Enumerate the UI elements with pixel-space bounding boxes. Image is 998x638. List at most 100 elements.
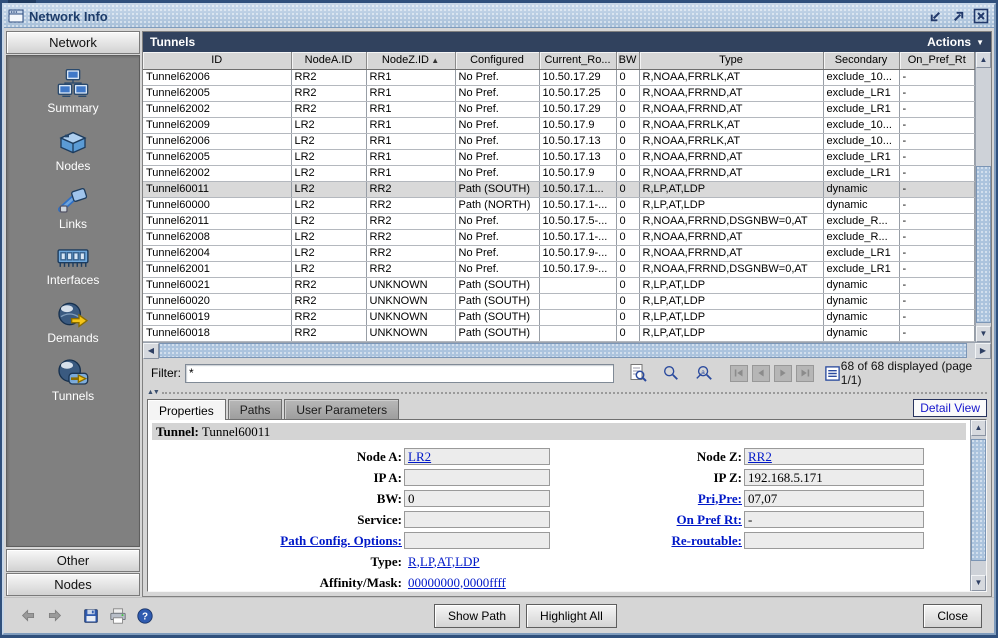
property-value-link[interactable]: R,LP,AT,LDP: [408, 554, 480, 569]
table-row[interactable]: Tunnel60011LR2RR2Path (SOUTH)10.50.17.1.…: [143, 181, 975, 197]
property-value[interactable]: 00000000,0000ffff: [404, 575, 550, 591]
first-page-icon[interactable]: [730, 365, 748, 382]
page-list-icon[interactable]: [824, 365, 841, 382]
column-header-type[interactable]: Type: [639, 52, 823, 69]
table-cell: -: [899, 325, 975, 341]
column-header-current-ro-[interactable]: Current_Ro...: [539, 52, 616, 69]
last-page-icon[interactable]: [796, 365, 814, 382]
scroll-track[interactable]: [971, 436, 986, 575]
zoom-adjust-icon[interactable]: a: [694, 364, 714, 382]
network-section-button[interactable]: Network: [6, 31, 140, 54]
table-row[interactable]: Tunnel62008LR2RR2No Pref.10.50.17.1-...0…: [143, 229, 975, 245]
save-icon[interactable]: [82, 607, 100, 625]
property-label[interactable]: Re-routable:: [560, 533, 742, 549]
scroll-thumb[interactable]: [159, 343, 967, 358]
scroll-right-icon[interactable]: ▶: [975, 343, 991, 359]
nodes-icon: [57, 128, 89, 156]
column-header-on-pref-rt[interactable]: On_Pref_Rt: [899, 52, 975, 69]
table-horizontal-scrollbar[interactable]: ◀ ▶: [143, 342, 991, 358]
sidebar-item-tunnels[interactable]: Tunnels: [52, 358, 94, 403]
scroll-track[interactable]: [159, 343, 975, 358]
table-row[interactable]: Tunnel62002LR2RR1No Pref.10.50.17.90R,NO…: [143, 165, 975, 181]
column-header-nodez-id[interactable]: NodeZ.ID ▲: [366, 52, 455, 69]
tab-properties[interactable]: Properties: [147, 399, 226, 420]
table-row[interactable]: Tunnel62006RR2RR1No Pref.10.50.17.290R,N…: [143, 69, 975, 85]
detail-view-button[interactable]: Detail View: [913, 399, 987, 417]
tab-paths[interactable]: Paths: [228, 399, 283, 419]
actions-menu-button[interactable]: Actions ▼: [927, 35, 984, 49]
maximize-button[interactable]: [949, 7, 967, 25]
property-label[interactable]: Path Config. Options:: [152, 533, 402, 549]
titlebar[interactable]: Network Info: [4, 5, 994, 28]
scroll-thumb[interactable]: [971, 439, 986, 561]
table-row[interactable]: Tunnel60020RR2UNKNOWNPath (SOUTH)0R,LP,A…: [143, 293, 975, 309]
property-value[interactable]: RR2: [744, 448, 924, 465]
table-row[interactable]: Tunnel62009LR2RR1No Pref.10.50.17.90R,NO…: [143, 117, 975, 133]
sidebar-item-demands[interactable]: Demands: [47, 300, 98, 345]
column-header-id[interactable]: ID: [143, 52, 291, 69]
zoom-in-icon[interactable]: [662, 364, 680, 382]
table-row[interactable]: Tunnel60000LR2RR2Path (NORTH)10.50.17.1-…: [143, 197, 975, 213]
property-label[interactable]: On Pref Rt:: [560, 512, 742, 528]
other-section-button[interactable]: Other: [6, 549, 140, 572]
print-icon[interactable]: [109, 607, 127, 625]
table-cell: exclude_R...: [823, 213, 899, 229]
column-header-bw[interactable]: BW: [616, 52, 639, 69]
next-page-icon[interactable]: [774, 365, 792, 382]
table-cell: Tunnel60011: [143, 181, 291, 197]
properties-scrollbar[interactable]: ▲ ▼: [970, 420, 986, 591]
table-cell: 0: [616, 293, 639, 309]
scroll-down-icon[interactable]: ▼: [971, 575, 986, 591]
property-value-link[interactable]: RR2: [748, 449, 772, 464]
table-row[interactable]: Tunnel62005RR2RR1No Pref.10.50.17.250R,N…: [143, 85, 975, 101]
close-window-button[interactable]: [972, 7, 990, 25]
sidebar-item-nodes[interactable]: Nodes: [56, 128, 91, 173]
close-button[interactable]: Close: [923, 604, 982, 628]
property-value[interactable]: R,LP,AT,LDP: [404, 554, 550, 570]
property-value-link[interactable]: LR2: [408, 449, 431, 464]
property-value[interactable]: LR2: [404, 448, 550, 465]
sidebar-item-interfaces[interactable]: Interfaces: [47, 244, 100, 287]
scroll-left-icon[interactable]: ◀: [143, 343, 159, 359]
panel-title: Tunnels: [150, 35, 195, 49]
table-row[interactable]: Tunnel62005LR2RR1No Pref.10.50.17.130R,N…: [143, 149, 975, 165]
scroll-track[interactable]: [976, 68, 991, 326]
find-in-table-icon[interactable]: [628, 363, 648, 383]
table-vertical-scrollbar[interactable]: ▲ ▼: [975, 52, 991, 342]
property-label[interactable]: Pri,Pre:: [560, 491, 742, 507]
show-path-button[interactable]: Show Path: [434, 604, 520, 628]
forward-icon[interactable]: [46, 607, 63, 624]
table-cell: 0: [616, 245, 639, 261]
tab-user-parameters[interactable]: User Parameters: [284, 399, 399, 419]
table-row[interactable]: Tunnel62002RR2RR1No Pref.10.50.17.290R,N…: [143, 101, 975, 117]
nodes-section-button[interactable]: Nodes: [6, 573, 140, 596]
table-row[interactable]: Tunnel62001LR2RR2No Pref.10.50.17.9-...0…: [143, 261, 975, 277]
back-icon[interactable]: [20, 607, 37, 624]
previous-page-icon[interactable]: [752, 365, 770, 382]
highlight-all-button[interactable]: Highlight All: [526, 604, 617, 628]
table-row[interactable]: Tunnel60021RR2UNKNOWNPath (SOUTH)0R,LP,A…: [143, 277, 975, 293]
scroll-up-icon[interactable]: ▲: [976, 52, 991, 68]
table-row[interactable]: Tunnel62004LR2RR2No Pref.10.50.17.9-...0…: [143, 245, 975, 261]
column-header-configured[interactable]: Configured: [455, 52, 539, 69]
column-header-nodea-id[interactable]: NodeA.ID: [291, 52, 366, 69]
navigation-toolbar: ?: [4, 607, 142, 625]
table-row[interactable]: Tunnel60018RR2UNKNOWNPath (SOUTH)0R,LP,A…: [143, 325, 975, 341]
scroll-thumb[interactable]: [976, 166, 991, 323]
sidebar-item-links[interactable]: Links: [57, 186, 89, 231]
table-row[interactable]: Tunnel62006LR2RR1No Pref.10.50.17.130R,N…: [143, 133, 975, 149]
splitter-handle[interactable]: ▲▼: [143, 388, 991, 397]
table-cell: Tunnel60019: [143, 309, 291, 325]
property-value-link[interactable]: 00000000,0000ffff: [408, 575, 506, 590]
property-value: 0: [404, 490, 550, 507]
filter-input[interactable]: [185, 364, 614, 383]
scroll-up-icon[interactable]: ▲: [971, 420, 986, 436]
column-header-secondary[interactable]: Secondary: [823, 52, 899, 69]
table-cell: R,NOAA,FRRND,AT: [639, 101, 823, 117]
scroll-down-icon[interactable]: ▼: [976, 326, 991, 342]
table-row[interactable]: Tunnel62011LR2RR2No Pref.10.50.17.5-...0…: [143, 213, 975, 229]
sidebar-item-summary[interactable]: Summary: [47, 68, 98, 115]
minimize-button[interactable]: [926, 7, 944, 25]
splitter-collapse-icon[interactable]: ▲▼: [147, 389, 159, 396]
table-row[interactable]: Tunnel60019RR2UNKNOWNPath (SOUTH)0R,LP,A…: [143, 309, 975, 325]
